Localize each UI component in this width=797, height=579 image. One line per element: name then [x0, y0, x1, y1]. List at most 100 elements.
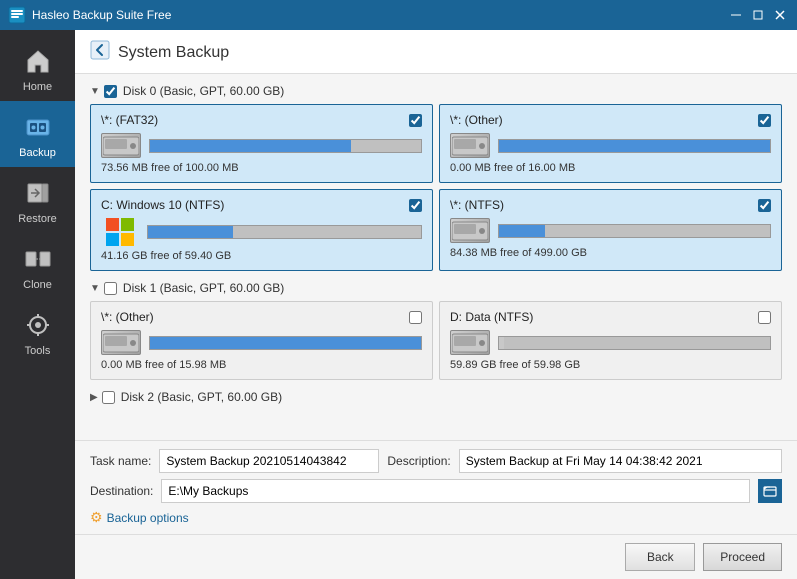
disk-0-header: ▼ Disk 0 (Basic, GPT, 60.00 GB)	[90, 84, 782, 98]
partition-data-free: 59.89 GB free of 59.98 GB	[450, 359, 771, 371]
partition-card-ntfs0: \*: (NTFS)	[439, 189, 782, 271]
description-label: Description:	[387, 454, 450, 468]
partition-data-row	[450, 330, 771, 355]
sidebar-item-backup[interactable]: Backup	[0, 101, 75, 167]
disk-1-header: ▼ Disk 1 (Basic, GPT, 60.00 GB)	[90, 281, 782, 295]
partition-data-checkbox[interactable]	[758, 311, 771, 324]
disk-1-partitions: \*: (Other)	[90, 301, 782, 380]
partition-fat32-checkbox[interactable]	[409, 114, 422, 127]
disk-1-checkbox[interactable]	[104, 282, 117, 295]
destination-browse-button[interactable]	[758, 479, 782, 503]
gear-icon: ⚙	[90, 509, 103, 526]
sidebar-item-home[interactable]: Home	[0, 35, 75, 101]
disk-1-label: Disk 1 (Basic, GPT, 60.00 GB)	[123, 281, 284, 295]
partition-other1-bar-area	[149, 336, 422, 350]
partition-ntfs0-header: \*: (NTFS)	[450, 198, 771, 212]
page-title: System Backup	[118, 44, 229, 62]
backup-options-link[interactable]: Backup options	[107, 511, 189, 525]
partition-fat32-header: \*: (FAT32)	[101, 113, 422, 127]
partition-ntfs0-name: \*: (NTFS)	[450, 198, 504, 212]
backup-icon	[20, 109, 56, 145]
partition-other1-fill	[150, 337, 421, 349]
partition-ntfs0-fill	[499, 225, 545, 237]
title-bar: Hasleo Backup Suite Free	[0, 0, 797, 30]
clone-icon	[20, 241, 56, 277]
partition-data-fill	[499, 337, 504, 349]
tools-icon	[20, 307, 56, 343]
sidebar-item-restore[interactable]: Restore	[0, 167, 75, 233]
proceed-button[interactable]: Proceed	[703, 543, 782, 571]
windows-logo-icon	[101, 218, 139, 246]
partition-other0-progress	[498, 139, 771, 153]
description-input[interactable]	[459, 449, 782, 473]
sidebar-label-home: Home	[23, 81, 52, 93]
disk-2-expand-icon[interactable]: ▶	[90, 392, 98, 403]
partition-other1-header: \*: (Other)	[101, 310, 422, 324]
partition-other0-name: \*: (Other)	[450, 113, 503, 127]
sidebar-item-tools[interactable]: Tools	[0, 299, 75, 365]
maximize-button[interactable]	[749, 6, 767, 24]
drive-ntfs0-icon	[450, 218, 490, 243]
destination-label: Destination:	[90, 484, 153, 498]
partition-data-progress	[498, 336, 771, 350]
partition-other0-free: 0.00 MB free of 16.00 MB	[450, 162, 771, 174]
disk-2-header: ▶ Disk 2 (Basic, GPT, 60.00 GB)	[90, 390, 782, 404]
task-name-row: Task name: Description:	[90, 449, 782, 473]
partition-windows-header: C: Windows 10 (NTFS)	[101, 198, 422, 212]
partition-other0-bar-area	[498, 139, 771, 153]
task-name-input[interactable]	[159, 449, 379, 473]
disk-2-checkbox[interactable]	[102, 391, 115, 404]
partition-other0-checkbox[interactable]	[758, 114, 771, 127]
app-title: Hasleo Backup Suite Free	[32, 8, 727, 22]
footer: Back Proceed	[75, 534, 797, 579]
partition-windows-free: 41.16 GB free of 59.40 GB	[101, 250, 422, 262]
disk-0-expand-icon[interactable]: ▼	[90, 86, 100, 97]
drive-other0-icon	[450, 133, 490, 158]
partition-other0-fill	[499, 140, 770, 152]
app-icon	[8, 6, 26, 24]
drive-other1-icon	[101, 330, 141, 355]
partition-other0-row	[450, 133, 771, 158]
partition-data-header: D: Data (NTFS)	[450, 310, 771, 324]
sidebar-item-clone[interactable]: Clone	[0, 233, 75, 299]
partition-ntfs0-checkbox[interactable]	[758, 199, 771, 212]
partition-windows-row	[101, 218, 422, 246]
window-controls	[727, 6, 789, 24]
disk-group-0: ▼ Disk 0 (Basic, GPT, 60.00 GB) \*: (FAT…	[90, 84, 782, 271]
partition-windows-progress	[147, 225, 422, 239]
partition-data-bar-area	[498, 336, 771, 350]
destination-input[interactable]	[161, 479, 750, 503]
disk-0-label: Disk 0 (Basic, GPT, 60.00 GB)	[123, 84, 284, 98]
task-name-label: Task name:	[90, 454, 151, 468]
sidebar-label-backup: Backup	[19, 147, 56, 159]
partition-ntfs0-row	[450, 218, 771, 243]
partition-windows-checkbox[interactable]	[409, 199, 422, 212]
partition-fat32-free: 73.56 MB free of 100.00 MB	[101, 162, 422, 174]
partition-fat32-fill	[150, 140, 351, 152]
partition-other0-header: \*: (Other)	[450, 113, 771, 127]
drive-data-icon	[450, 330, 490, 355]
partition-ntfs0-free: 84.38 MB free of 499.00 GB	[450, 247, 771, 259]
back-button[interactable]: Back	[625, 543, 695, 571]
partition-other1-checkbox[interactable]	[409, 311, 422, 324]
partition-other1-name: \*: (Other)	[101, 310, 154, 324]
partition-card-fat32: \*: (FAT32)	[90, 104, 433, 183]
partition-fat32-bar-area	[149, 139, 422, 153]
content-header: System Backup	[75, 30, 797, 74]
drive-fat32-icon	[101, 133, 141, 158]
minimize-button[interactable]	[727, 6, 745, 24]
disk-1-expand-icon[interactable]: ▼	[90, 283, 100, 294]
partition-ntfs0-progress	[498, 224, 771, 238]
partition-data-name: D: Data (NTFS)	[450, 310, 533, 324]
sidebar-label-clone: Clone	[23, 279, 52, 291]
back-arrow-icon	[90, 40, 110, 65]
sidebar: Home Backup	[0, 30, 75, 579]
partition-fat32-progress	[149, 139, 422, 153]
disk-0-checkbox[interactable]	[104, 85, 117, 98]
backup-options-row: ⚙ Backup options	[90, 509, 782, 526]
disk-scroll-area: ▼ Disk 0 (Basic, GPT, 60.00 GB) \*: (FAT…	[75, 74, 797, 440]
close-button[interactable]	[771, 6, 789, 24]
form-area: Task name: Description: Destination: ⚙ B…	[75, 440, 797, 534]
partition-ntfs0-bar-area	[498, 224, 771, 238]
partition-fat32-name: \*: (FAT32)	[101, 113, 158, 127]
